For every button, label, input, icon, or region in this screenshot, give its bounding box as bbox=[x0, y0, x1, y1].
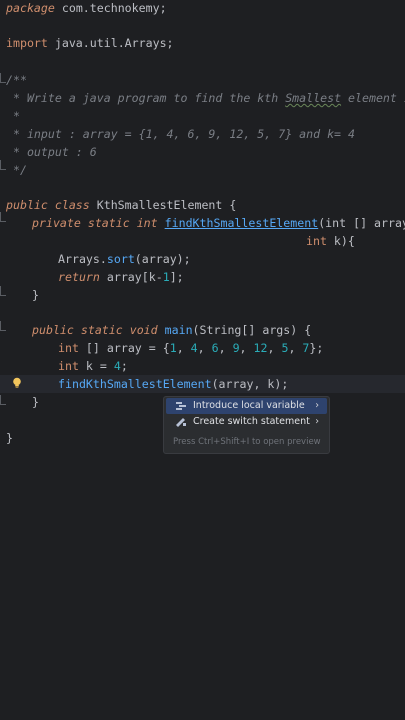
array-value: 6 bbox=[211, 341, 219, 355]
keyword: int bbox=[306, 234, 327, 248]
refactor-icon bbox=[176, 402, 186, 410]
decl: k = bbox=[78, 359, 114, 373]
expr: ]; bbox=[169, 270, 184, 284]
keyword: int bbox=[58, 341, 79, 355]
separator: , bbox=[197, 341, 212, 355]
code-line-close-brace[interactable]: } bbox=[6, 430, 13, 446]
comment-text: * Write a java program to find the kth bbox=[6, 91, 286, 105]
package-name: com.technokemy; bbox=[54, 1, 167, 15]
keyword: int bbox=[58, 359, 79, 373]
code-line-main[interactable]: public static void main(String[] args) { bbox=[32, 322, 311, 338]
comment-line[interactable]: */ bbox=[6, 162, 27, 178]
decl: }; bbox=[309, 341, 324, 355]
chevron-right-icon: › bbox=[315, 400, 319, 411]
decl: [] array = { bbox=[78, 341, 170, 355]
code-line-method-params[interactable]: int k){ bbox=[306, 233, 355, 249]
menu-item-label: Create switch statement bbox=[193, 416, 310, 427]
class-name: KthSmallestElement { bbox=[89, 198, 237, 212]
keyword: private static int bbox=[32, 216, 158, 230]
decl: ; bbox=[120, 359, 128, 373]
array-value: 1 bbox=[169, 341, 177, 355]
method-name[interactable]: findKthSmallestElement bbox=[165, 216, 319, 230]
code-editor[interactable]: package com.technokemy; import java.util… bbox=[0, 0, 405, 720]
params: (String[] args) { bbox=[192, 323, 312, 337]
code-line-close-brace[interactable]: } bbox=[32, 287, 39, 303]
params: k){ bbox=[326, 234, 355, 248]
code-line-return[interactable]: return array[k-1]; bbox=[58, 269, 184, 285]
args: (array); bbox=[134, 252, 191, 266]
code-line-array-decl[interactable]: int [] array = {1, 4, 6, 9, 12, 5, 7}; bbox=[58, 340, 323, 356]
keyword: public static void bbox=[32, 323, 158, 337]
keyword: return bbox=[58, 270, 100, 284]
code-line-k-decl[interactable]: int k = 4; bbox=[58, 358, 128, 374]
chevron-right-icon: › bbox=[315, 416, 319, 427]
keyword: public class bbox=[6, 198, 90, 212]
preview-hint: Press Ctrl+Shift+I to open preview bbox=[173, 437, 321, 447]
comment-line[interactable]: * input : array = {1, 4, 6, 9, 12, 5, 7}… bbox=[6, 126, 355, 142]
menu-item-introduce-local-variable[interactable]: Introduce local variable › bbox=[166, 398, 327, 414]
method-name: main bbox=[164, 323, 193, 337]
keyword: import bbox=[6, 36, 48, 50]
fold-marker[interactable] bbox=[0, 212, 6, 222]
array-value: 4 bbox=[190, 341, 198, 355]
number: 1 bbox=[162, 270, 170, 284]
code-line-import[interactable]: import java.util.Arrays; bbox=[6, 35, 174, 51]
separator: , bbox=[239, 341, 254, 355]
lightbulb-icon[interactable] bbox=[12, 377, 22, 389]
comment-text: element in a bbox=[348, 91, 405, 105]
array-values: 1, 4, 6, 9, 12, 5, 7 bbox=[170, 341, 310, 355]
code-line-call[interactable]: findKthSmallestElement(array, k); bbox=[58, 376, 288, 392]
fold-marker[interactable] bbox=[0, 321, 6, 331]
menu-item-create-switch-statement[interactable]: Create switch statement › bbox=[166, 414, 327, 430]
intention-actions-menu: Introduce local variable › Create switch… bbox=[163, 396, 330, 454]
separator: , bbox=[218, 341, 233, 355]
fold-marker[interactable] bbox=[0, 286, 6, 296]
code-line-method-signature[interactable]: private static int findKthSmallestElemen… bbox=[32, 215, 405, 231]
args: (array, k); bbox=[211, 377, 289, 391]
separator: , bbox=[288, 341, 303, 355]
comment-line[interactable]: /** bbox=[6, 72, 27, 88]
fold-marker[interactable] bbox=[0, 395, 6, 405]
class-ref: Arrays. bbox=[58, 252, 107, 266]
params: (int [] array, bbox=[318, 216, 405, 230]
method-call: sort bbox=[106, 252, 135, 266]
separator: , bbox=[267, 341, 282, 355]
intention-icon bbox=[176, 418, 186, 427]
separator: , bbox=[176, 341, 191, 355]
code-line-close-brace[interactable]: } bbox=[32, 394, 39, 410]
number: 4 bbox=[113, 359, 121, 373]
menu-item-label: Introduce local variable bbox=[193, 400, 305, 411]
typo-word: Smallest bbox=[285, 91, 342, 105]
keyword: package bbox=[6, 1, 55, 15]
expr: array[k- bbox=[99, 270, 163, 284]
comment-line[interactable]: * bbox=[6, 108, 20, 124]
array-value: 12 bbox=[253, 341, 268, 355]
comment-line[interactable]: * output : 6 bbox=[6, 144, 97, 160]
array-value: 9 bbox=[232, 341, 240, 355]
code-line-sort[interactable]: Arrays.sort(array); bbox=[58, 251, 191, 267]
comment-line[interactable]: * Write a java program to find the kth S… bbox=[6, 90, 405, 106]
code-line-package[interactable]: package com.technokemy; bbox=[6, 0, 167, 16]
method-call[interactable]: findKthSmallestElement bbox=[58, 377, 212, 391]
code-line-class[interactable]: public class KthSmallestElement { bbox=[6, 197, 236, 213]
import-name: java.util.Arrays; bbox=[47, 36, 174, 50]
